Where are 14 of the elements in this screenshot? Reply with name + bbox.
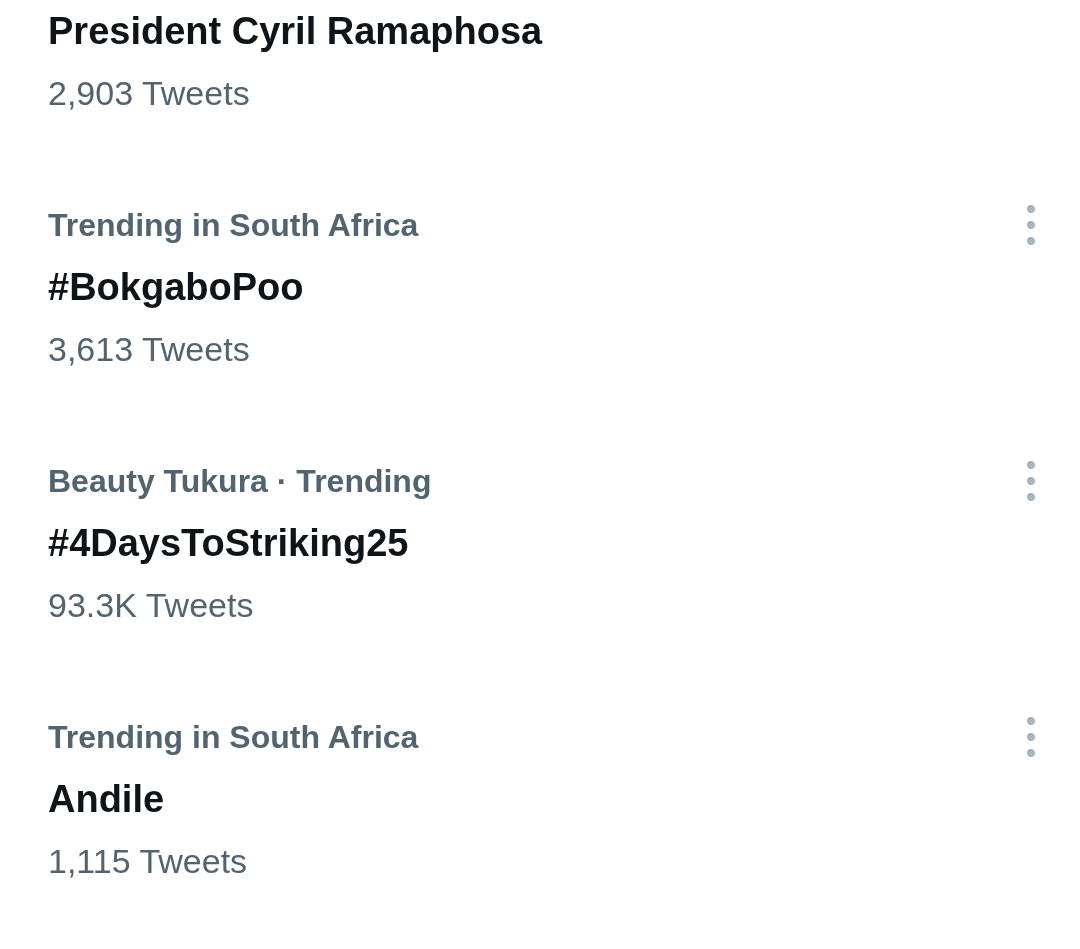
trend-context: Trending in South Africa xyxy=(48,718,419,756)
tweet-count: 93.3K Tweets xyxy=(48,585,255,626)
tweet-count: 2,903 Tweets xyxy=(48,73,251,114)
trend-title[interactable]: #BokgaboPoo xyxy=(48,256,1032,318)
more-options-icon[interactable] xyxy=(1026,461,1036,501)
trend-context: Beauty Tukura · Trending xyxy=(48,462,432,500)
more-options-icon[interactable] xyxy=(1026,205,1036,245)
tweet-count: 1,115 Tweets xyxy=(48,841,249,882)
trend-title[interactable]: President Cyril Ramaphosa xyxy=(48,0,1032,62)
more-options-icon[interactable] xyxy=(1026,717,1036,757)
tweet-count: 3,613 Tweets xyxy=(48,329,251,370)
trend-title[interactable]: Andile xyxy=(48,768,1032,830)
trend-title[interactable]: #4DaysToStriking25 xyxy=(48,512,1032,574)
trend-context: Trending in South Africa xyxy=(48,206,419,244)
